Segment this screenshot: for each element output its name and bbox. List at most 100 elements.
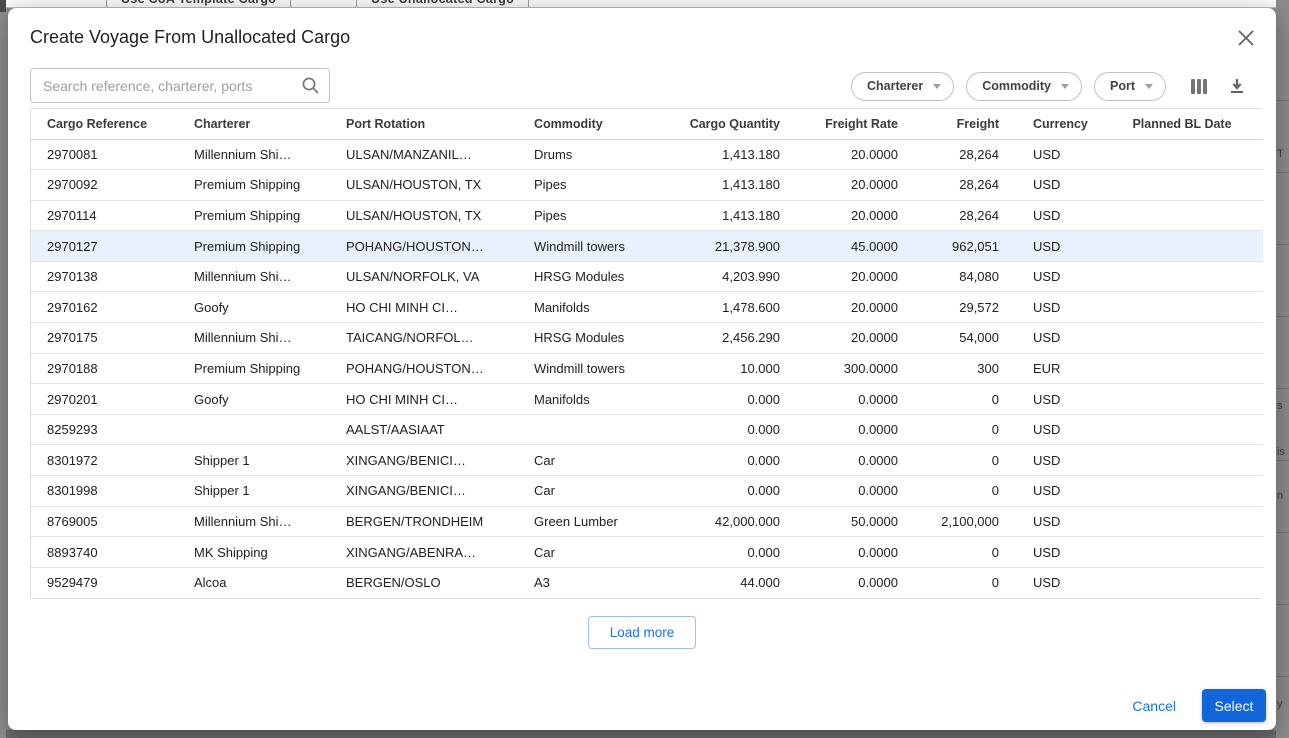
cell-commodity: Windmill towers (518, 353, 662, 385)
cell-freight_rate: 20.0000 (792, 322, 910, 354)
column-header-port_rotation[interactable]: Port Rotation (330, 109, 518, 140)
cell-planned_bl_date (1101, 230, 1263, 262)
cell-cargo_quantity: 1,413.180 (662, 139, 792, 171)
cell-freight: 0 (910, 567, 1011, 598)
cell-freight: 0 (910, 383, 1011, 415)
cell-cargo_quantity: 0.000 (662, 475, 792, 507)
cell-commodity: Manifolds (518, 291, 662, 324)
create-voyage-dialog: Create Voyage From Unallocated Cargo Cha… (8, 8, 1276, 730)
table-row[interactable]: 8301998 Shipper 1 XINGANG/BENICI… Car 0.000 0… (31, 475, 1263, 507)
table-row[interactable]: 2970081 Millennium Shi… ULSAN/MANZANIL… Dru… (31, 139, 1263, 171)
background-text-fragment: T (1277, 148, 1284, 160)
cell-cargo_quantity: 0.000 (662, 536, 792, 568)
chevron-down-icon (1145, 83, 1153, 89)
column-header-freight_rate[interactable]: Freight Rate (792, 109, 910, 140)
table-row[interactable]: 8259293 AALST/AASIAAT 0.000 0.0000 0 USD (31, 414, 1263, 446)
column-header-cargo_reference[interactable]: Cargo Reference (31, 109, 178, 140)
cell-freight: 300 (910, 353, 1011, 385)
table-row[interactable]: 2970138 Millennium Shi… ULSAN/NORFOLK, VA H… (31, 261, 1263, 293)
cell-freight_rate: 20.0000 (792, 291, 910, 324)
select-button[interactable]: Select (1202, 689, 1266, 722)
cell-commodity: Pipes (518, 169, 662, 201)
column-header-commodity[interactable]: Commodity (518, 109, 662, 140)
filter-charterer-label: Charterer (866, 79, 924, 93)
cell-port_rotation: ULSAN/NORFOLK, VA (330, 261, 518, 293)
cell-cargo_quantity: 42,000.000 (662, 506, 792, 538)
cell-freight: 28,264 (910, 200, 1011, 232)
columns-icon[interactable] (1186, 73, 1212, 99)
cell-currency: USD (1011, 230, 1101, 262)
cell-cargo_quantity: 2,456.290 (662, 322, 792, 354)
cell-port_rotation: TAICANG/NORFOL… (330, 322, 518, 354)
cell-cargo_reference: 9529479 (31, 567, 178, 598)
column-header-currency[interactable]: Currency (1011, 109, 1101, 140)
background-right-strip: Ts is n y (1276, 0, 1289, 738)
column-header-planned_bl_date[interactable]: Planned BL Date (1101, 109, 1263, 140)
column-header-freight[interactable]: Freight (910, 109, 1011, 140)
cell-commodity: Car (518, 444, 662, 477)
cell-cargo_reference: 2970114 (31, 200, 178, 232)
cell-freight: 0 (910, 475, 1011, 507)
filter-commodity-label: Commodity (982, 79, 1051, 93)
filter-commodity[interactable]: Commodity (966, 71, 1082, 101)
cargo-table-container: Cargo Reference Charterer Port Rotation Com… (30, 108, 1263, 599)
column-header-charterer[interactable]: Charterer (178, 109, 330, 140)
cell-freight_rate: 20.0000 (792, 200, 910, 232)
cell-freight_rate: 50.0000 (792, 506, 910, 538)
table-row[interactable]: 8893740 MK Shipping XINGANG/ABENRA… Car 0.00… (31, 536, 1263, 568)
cell-currency: USD (1011, 475, 1101, 507)
background-page-strip: Use CoA Template Cargo Use Unallocated C… (6, 0, 1276, 8)
table-row[interactable]: 2970175 Millennium Shi… TAICANG/NORFOL… HRS… (31, 322, 1263, 354)
cell-charterer: Millennium Shi… (178, 139, 330, 171)
cell-planned_bl_date (1101, 506, 1263, 538)
cell-commodity (518, 414, 662, 446)
cell-commodity: Windmill towers (518, 230, 662, 262)
table-row[interactable]: 2970092 Premium Shipping ULSAN/HOUSTON, TX… (31, 169, 1263, 201)
cell-commodity: A3 (518, 567, 662, 598)
cell-planned_bl_date (1101, 353, 1263, 385)
filter-port[interactable]: Port (1094, 71, 1166, 101)
cell-freight: 54,000 (910, 322, 1011, 354)
search-icon (301, 76, 320, 100)
table-row[interactable]: 2970114 Premium Shipping ULSAN/HOUSTON, TX… (31, 200, 1263, 232)
cell-planned_bl_date (1101, 536, 1263, 568)
cell-freight_rate: 45.0000 (792, 230, 910, 262)
cell-currency: USD (1011, 567, 1101, 598)
table-row[interactable]: 9529479 Alcoa BERGEN/OSLO A3 44.000 0.0000 0 US… (31, 567, 1263, 598)
background-tab-unallocated: Use Unallocated Cargo (356, 0, 530, 7)
background-corner (0, 0, 6, 12)
column-header-cargo_quantity[interactable]: Cargo Quantity (662, 109, 792, 140)
cell-port_rotation: HO CHI MINH CI… (330, 383, 518, 415)
cell-charterer: Premium Shipping (178, 169, 330, 201)
cell-currency: USD (1011, 536, 1101, 568)
cell-cargo_reference: 2970175 (31, 322, 178, 354)
background-row-line (1276, 244, 1289, 245)
table-row[interactable]: 2970162 Goofy HO CHI MINH CI… Manifolds 1,47… (31, 291, 1263, 324)
cancel-button[interactable]: Cancel (1132, 698, 1176, 714)
table-row[interactable]: 2970201 Goofy HO CHI MINH CI… Manifolds 0.00… (31, 383, 1263, 415)
table-row[interactable]: 2970188 Premium Shipping POHANG/HOUSTON… Wi… (31, 353, 1263, 385)
filter-charterer[interactable]: Charterer (850, 71, 955, 101)
load-more-button[interactable]: Load more (587, 616, 697, 649)
cell-port_rotation: ULSAN/HOUSTON, TX (330, 169, 518, 201)
search-input[interactable] (30, 68, 330, 103)
dialog-footer: Cancel Select (1132, 689, 1266, 722)
cell-currency: USD (1011, 139, 1101, 171)
cell-charterer: MK Shipping (178, 536, 330, 568)
cell-charterer: Millennium Shi… (178, 322, 330, 354)
cell-port_rotation: XINGANG/BENICI… (330, 444, 518, 477)
cell-charterer: Goofy (178, 383, 330, 415)
cell-port_rotation: ULSAN/HOUSTON, TX (330, 200, 518, 232)
cell-cargo_reference: 8893740 (31, 536, 178, 568)
table-row[interactable]: 8769005 Millennium Shi… BERGEN/TRONDHEIM Gr… (31, 506, 1263, 538)
cell-port_rotation: ULSAN/MANZANIL… (330, 139, 518, 171)
background-row-line (1276, 172, 1289, 173)
table-row[interactable]: 2970127 Premium Shipping POHANG/HOUSTON… Wi… (31, 230, 1263, 262)
cell-freight: 0 (910, 414, 1011, 446)
close-icon[interactable] (1232, 24, 1260, 52)
table-row[interactable]: 8301972 Shipper 1 XINGANG/BENICI… Car 0.000 0… (31, 444, 1263, 477)
download-icon[interactable] (1224, 73, 1250, 99)
background-row-line (1276, 100, 1289, 101)
cell-charterer: Alcoa (178, 567, 330, 598)
search-box (30, 68, 330, 103)
